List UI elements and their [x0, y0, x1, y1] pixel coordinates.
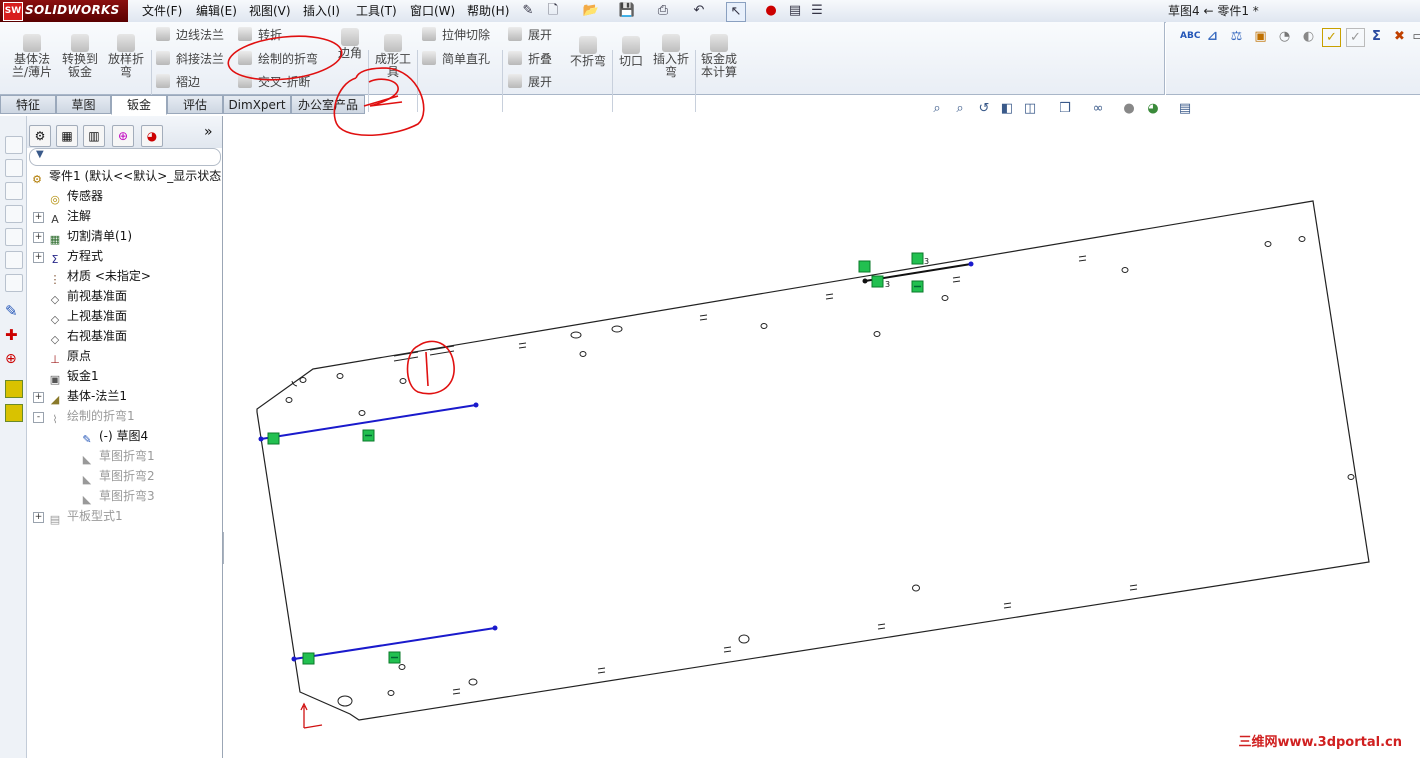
- hole: [299, 377, 307, 383]
- coincident-relation-icon[interactable]: [267, 432, 280, 445]
- hole: [1121, 267, 1129, 273]
- hole: [760, 323, 768, 329]
- coincident-relation-icon[interactable]: [911, 252, 924, 265]
- hole: [387, 690, 395, 696]
- markup-circle-sketched-bend: [227, 35, 343, 81]
- hole: [941, 295, 949, 301]
- relation-count-label: 3: [924, 257, 929, 266]
- relation-count-label: 3: [885, 280, 890, 289]
- sketch-point[interactable]: [258, 436, 264, 442]
- hole: [358, 410, 366, 416]
- hole: [912, 584, 920, 592]
- origin-triad: [300, 702, 323, 729]
- sketch-point[interactable]: [862, 278, 868, 284]
- coincident-relation-icon[interactable]: [302, 652, 315, 665]
- sketch-point[interactable]: [473, 402, 479, 408]
- sketch-point[interactable]: [968, 261, 974, 267]
- sketch-point[interactable]: [492, 625, 498, 631]
- hole: [337, 695, 353, 707]
- hole: [1298, 236, 1306, 242]
- hole: [1347, 474, 1355, 480]
- hole: [873, 331, 881, 337]
- hole: [611, 325, 623, 333]
- coincident-relation-icon[interactable]: [871, 275, 884, 288]
- coincident-relation-icon[interactable]: [858, 260, 871, 273]
- hole: [285, 397, 293, 403]
- hole: [398, 664, 406, 670]
- hole: [336, 373, 344, 379]
- part-outline: [256, 200, 1370, 721]
- markup-annotations: [227, 35, 455, 395]
- origin-axis-x: [303, 724, 323, 729]
- hole: [468, 678, 478, 686]
- sketch-point[interactable]: [291, 656, 297, 662]
- site-watermark: 三维网www.3dportal.cn: [1238, 735, 1402, 750]
- hole: [1264, 241, 1272, 247]
- markup-number-two: [368, 78, 403, 107]
- hole: [738, 634, 750, 644]
- hole: [399, 378, 407, 384]
- hole: [579, 351, 587, 357]
- hole: [570, 331, 582, 339]
- sheetmetal-drawing: 3 3: [227, 35, 1370, 729]
